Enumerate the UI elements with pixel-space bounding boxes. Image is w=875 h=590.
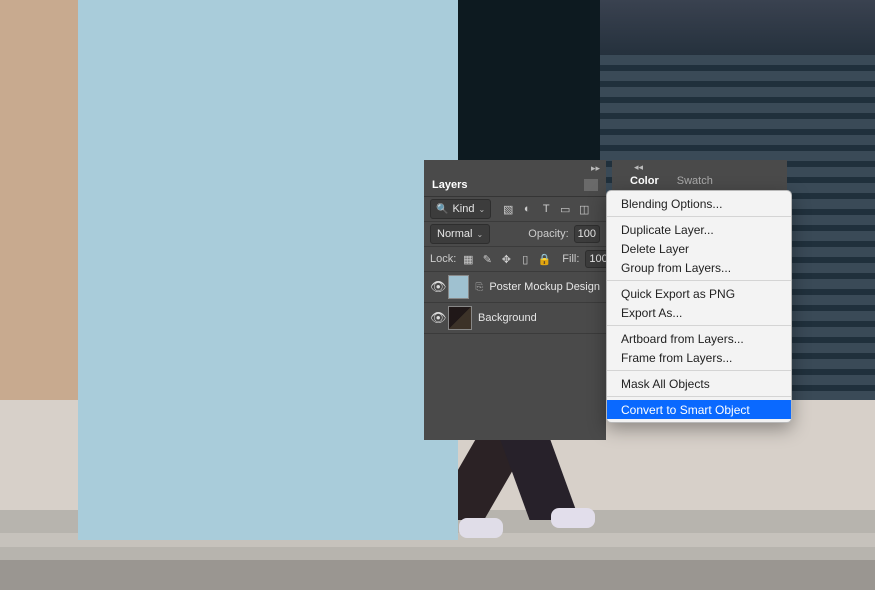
chevron-down-icon: ⌄ bbox=[476, 230, 483, 239]
filter-shape-icon[interactable]: ▭ bbox=[559, 203, 571, 215]
menu-separator bbox=[607, 325, 791, 326]
lock-artboard-icon[interactable]: ▯ bbox=[519, 253, 531, 265]
menu-duplicate-layer[interactable]: Duplicate Layer... bbox=[607, 220, 791, 239]
opacity-value-field[interactable]: 100 bbox=[574, 225, 600, 243]
background-person bbox=[455, 430, 595, 570]
visibility-toggle-icon[interactable]: 👁 bbox=[430, 279, 442, 295]
filter-pixel-icon[interactable]: ▧ bbox=[502, 203, 514, 215]
menu-convert-to-smart-object[interactable]: Convert to Smart Object bbox=[607, 400, 791, 419]
filter-kind-dropdown[interactable]: 🔍 Kind ⌄ bbox=[430, 199, 491, 219]
layer-row[interactable]: 👁 Background bbox=[424, 303, 606, 334]
panel-menu-icon[interactable] bbox=[584, 179, 598, 191]
menu-export-as[interactable]: Export As... bbox=[607, 303, 791, 322]
layer-name[interactable]: Background bbox=[478, 312, 537, 324]
menu-separator bbox=[607, 370, 791, 371]
tab-swatches[interactable]: Swatch bbox=[669, 172, 721, 190]
menu-quick-export-png[interactable]: Quick Export as PNG bbox=[607, 284, 791, 303]
fill-label: Fill: bbox=[562, 253, 579, 265]
visibility-toggle-icon[interactable]: 👁 bbox=[430, 310, 442, 326]
lock-label: Lock: bbox=[430, 253, 456, 265]
search-icon: 🔍 bbox=[436, 204, 448, 215]
background-shutter-top bbox=[600, 0, 875, 55]
tab-color[interactable]: Color bbox=[622, 172, 667, 190]
menu-mask-all-objects[interactable]: Mask All Objects bbox=[607, 374, 791, 393]
layer-name[interactable]: Poster Mockup Design bbox=[489, 281, 600, 293]
menu-frame-from-layers[interactable]: Frame from Layers... bbox=[607, 348, 791, 367]
filter-type-icon[interactable]: T bbox=[540, 203, 552, 215]
blend-mode-dropdown[interactable]: Normal ⌄ bbox=[430, 224, 490, 244]
blend-mode-value: Normal bbox=[437, 228, 472, 240]
link-icon: ⎘ bbox=[475, 282, 483, 293]
menu-artboard-from-layers[interactable]: Artboard from Layers... bbox=[607, 329, 791, 348]
layer-thumbnail[interactable] bbox=[448, 275, 469, 299]
layer-row[interactable]: 👁 ⎘ Poster Mockup Design bbox=[424, 272, 606, 303]
menu-separator bbox=[607, 216, 791, 217]
layers-panel: ▸▸ Layers 🔍 Kind ⌄ ▧ ◐ T ▭ ◫ Norm bbox=[424, 160, 606, 440]
lock-all-icon[interactable]: 🔒 bbox=[538, 253, 550, 265]
menu-separator bbox=[607, 396, 791, 397]
filter-smartobject-icon[interactable]: ◫ bbox=[578, 203, 590, 215]
layer-thumbnail[interactable] bbox=[448, 306, 472, 330]
poster-rectangle bbox=[78, 0, 458, 540]
lock-position-icon[interactable]: ✥ bbox=[500, 253, 512, 265]
canvas-stage: ▸▸ Layers 🔍 Kind ⌄ ▧ ◐ T ▭ ◫ Norm bbox=[0, 0, 875, 590]
lock-image-icon[interactable]: ✎ bbox=[481, 253, 493, 265]
lock-transparent-icon[interactable]: ▦ bbox=[462, 253, 474, 265]
menu-blending-options[interactable]: Blending Options... bbox=[607, 194, 791, 213]
menu-delete-layer[interactable]: Delete Layer bbox=[607, 239, 791, 258]
filter-adjustment-icon[interactable]: ◐ bbox=[521, 203, 533, 215]
filter-kind-label: Kind bbox=[452, 203, 474, 215]
layer-context-menu: Blending Options... Duplicate Layer... D… bbox=[606, 190, 792, 423]
chevron-down-icon: ⌄ bbox=[478, 205, 485, 214]
menu-group-from-layers[interactable]: Group from Layers... bbox=[607, 258, 791, 277]
layers-list: 👁 ⎘ Poster Mockup Design 👁 Background bbox=[424, 272, 606, 334]
menu-separator bbox=[607, 280, 791, 281]
opacity-label: Opacity: bbox=[528, 228, 568, 240]
right-panel-header: ◂◂ Color Swatch bbox=[612, 160, 787, 190]
panel-collapse-icon[interactable]: ▸▸ bbox=[591, 163, 600, 174]
tab-layers[interactable]: Layers bbox=[432, 179, 467, 191]
